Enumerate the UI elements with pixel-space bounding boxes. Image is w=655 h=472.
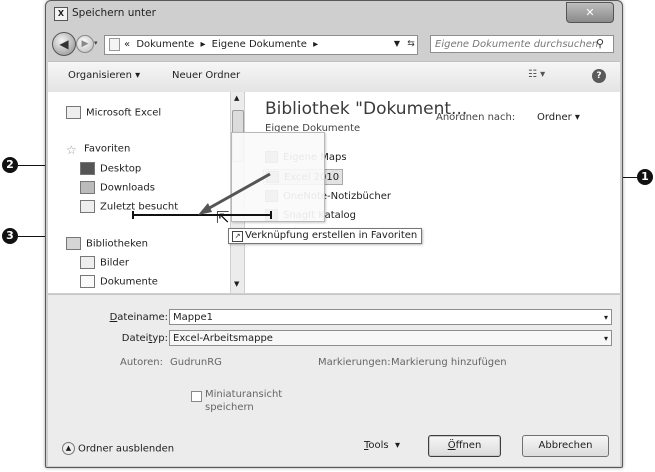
drag-tooltip: ↗ Verknüpfung erstellen in Favoriten bbox=[228, 228, 423, 244]
chevron-down-icon[interactable]: ▾ bbox=[604, 310, 608, 326]
cancel-button[interactable]: Abbrechen bbox=[522, 435, 609, 457]
thumbnail-checkbox[interactable] bbox=[191, 391, 202, 402]
drag-tooltip-text: Verknüpfung erstellen in Favoriten bbox=[245, 230, 418, 241]
hide-folders-label: Ordner ausblenden bbox=[78, 443, 175, 455]
hide-folders-toggle[interactable]: ▲ Ordner ausblenden bbox=[62, 442, 174, 455]
shortcut-arrow-icon: ↗ bbox=[232, 231, 243, 242]
chevron-down-icon[interactable]: ▾ bbox=[604, 331, 608, 347]
open-button[interactable]: Öffnen bbox=[428, 435, 501, 457]
filename-input[interactable]: Mappe1 ▾ bbox=[169, 309, 612, 325]
chevron-up-icon: ▲ bbox=[62, 442, 75, 455]
drag-arrow-icon bbox=[198, 172, 271, 215]
filename-value: Mappe1 bbox=[173, 312, 213, 323]
thumbnail-label: Miniaturansicht speichern bbox=[205, 389, 283, 413]
callout-2: 2 bbox=[2, 157, 18, 173]
authors-value[interactable]: GudrunRG bbox=[170, 357, 222, 368]
filetype-label: Dateityp: bbox=[121, 333, 168, 344]
callout-1: 1 bbox=[637, 169, 653, 185]
save-as-dialog: X Speichern unter ✕ ◀ ▶ ▾ « Dokumente ▸ … bbox=[45, 0, 623, 468]
save-options-area: Dateiname: Mappe1 ▾ Dateityp: Excel-Arbei… bbox=[48, 294, 620, 466]
tools-menu[interactable]: Tools ▾ bbox=[364, 440, 400, 451]
filename-label: Dateiname: bbox=[109, 312, 168, 323]
authors-label: Autoren: bbox=[120, 357, 163, 368]
tags-value[interactable]: Markierung hinzufügen bbox=[391, 357, 507, 368]
filetype-value: Excel-Arbeitsmappe bbox=[173, 333, 273, 344]
mouse-cursor-icon: ⇱ bbox=[216, 208, 230, 227]
tags-label: Markierungen: bbox=[318, 357, 391, 368]
callout-3: 3 bbox=[2, 228, 18, 244]
filetype-select[interactable]: Excel-Arbeitsmappe ▾ bbox=[169, 330, 612, 346]
